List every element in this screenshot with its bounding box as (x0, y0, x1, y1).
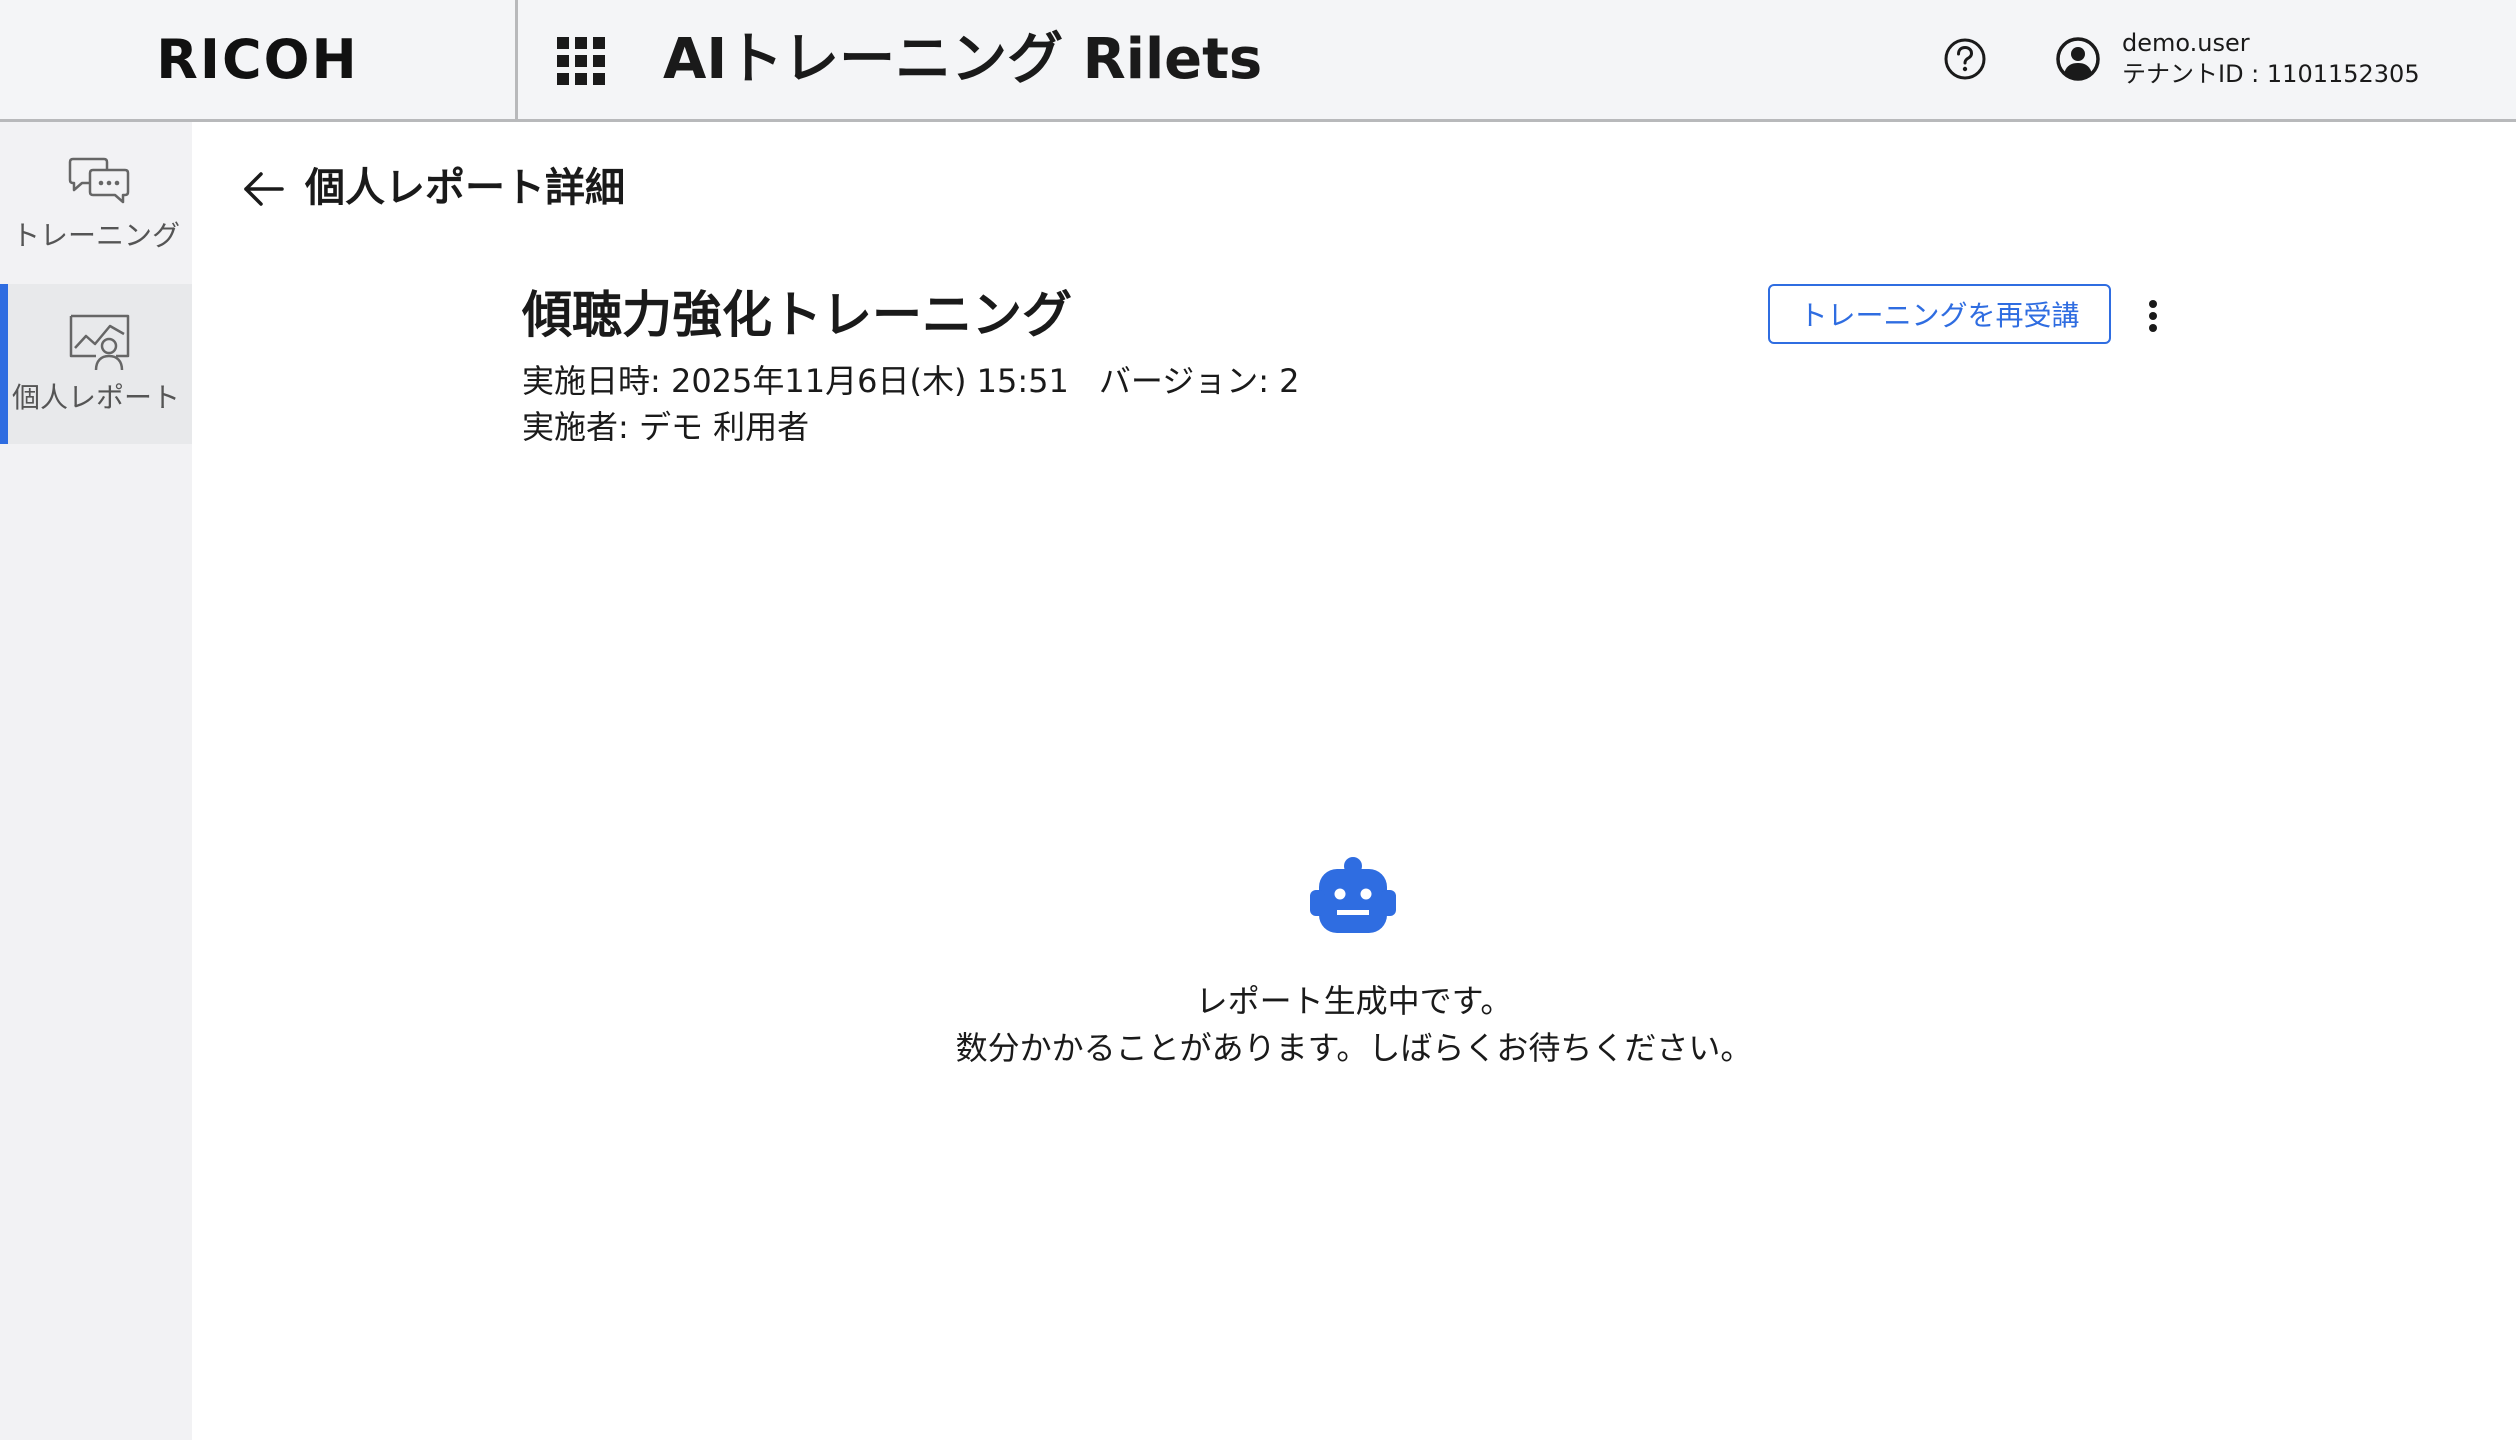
session-meta: 実施日時: 2025年11月6日(木) 15:51 バージョン: 2 (522, 360, 1300, 402)
version-label: バージョン: 2 (1098, 362, 1300, 400)
course-title: 傾聴力強化トレーニング (522, 286, 1072, 344)
app-grid-icon[interactable] (557, 37, 605, 85)
sidebar: トレーニング 個人レポート (0, 122, 192, 1440)
help-icon[interactable] (1943, 37, 1987, 81)
retake-training-button[interactable]: トレーニングを再受講 (1768, 284, 2111, 344)
sidebar-item-label: トレーニング (11, 219, 180, 252)
report-chart-person-icon (69, 314, 130, 371)
more-vert-icon[interactable] (2141, 296, 2165, 336)
performer-label: 実施者: デモ 利用者 (522, 408, 810, 446)
top-header: RICOH AIトレーニング Rilets demo.user テナントID :… (0, 0, 2516, 122)
account-circle-icon[interactable] (2055, 36, 2101, 82)
sidebar-item-training[interactable]: トレーニング (0, 122, 192, 282)
status-submessage: 数分かかることがあります。しばらくお待ちください。 (955, 1029, 1753, 1067)
ricoh-logo: RICOH (156, 28, 359, 91)
tenant-id: テナントID : 1101152305 (2122, 60, 2420, 88)
logo-area[interactable]: RICOH (0, 0, 518, 119)
user-name: demo.user (2122, 29, 2250, 57)
sidebar-item-label: 個人レポート (11, 381, 180, 414)
sidebar-item-personal-report[interactable]: 個人レポート (0, 284, 192, 444)
session-date: 実施日時: 2025年11月6日(木) 15:51 (522, 362, 1069, 400)
chat-bubbles-icon (68, 157, 130, 204)
robot-icon (1310, 857, 1396, 933)
app-root: RICOH AIトレーニング Rilets demo.user テナントID :… (0, 0, 2516, 1440)
app-title: AIトレーニング Rilets (663, 27, 1263, 92)
page-title: 個人レポート詳細 (305, 165, 625, 211)
status-message: レポート生成中です。 (1195, 982, 1513, 1020)
back-arrow-icon[interactable] (240, 166, 286, 212)
